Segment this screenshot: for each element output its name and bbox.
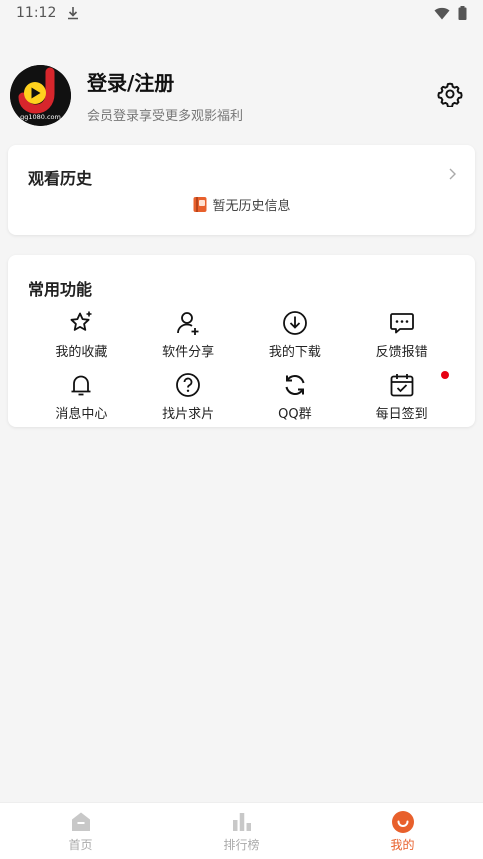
tab-ranking[interactable]: 排行榜 [182, 810, 302, 853]
bell-icon [71, 375, 91, 396]
function-label: 消息中心 [55, 407, 108, 422]
history-title: 观看历史 [28, 169, 93, 188]
login-register-link[interactable]: 登录/注册 [87, 67, 243, 96]
calendar-check-icon [390, 374, 414, 397]
smile-icon [391, 810, 414, 833]
empty-history: 暂无历史信息 [8, 195, 475, 214]
watch-history-card[interactable]: 观看历史 暂无历史信息 [8, 145, 475, 235]
tab-mine[interactable]: 我的 [343, 810, 463, 853]
functions-grid: 我的收藏 软件分享 我的下载 反馈报错 消息中心 找片求片 QQ群 每日签到 [28, 309, 455, 427]
app-logo-icon: gg1080.com [10, 64, 71, 126]
settings-gear-icon[interactable] [437, 81, 463, 107]
wifi-icon [434, 7, 450, 19]
message-icon [389, 313, 414, 334]
download-icon [282, 311, 307, 335]
battery-icon [458, 6, 467, 20]
status-bar: 11:12 [0, 0, 483, 26]
bottom-tab-bar: 首页 排行榜 我的 [0, 802, 483, 859]
avatar-caption: gg1080.com [20, 113, 61, 121]
function-label: 软件分享 [162, 345, 215, 360]
tab-label: 我的 [390, 837, 415, 852]
question-icon [176, 373, 201, 397]
function-label: 反馈报错 [375, 345, 428, 360]
refresh-icon [285, 375, 305, 395]
empty-history-text: 暂无历史信息 [212, 199, 291, 214]
chevron-right-icon[interactable] [447, 167, 457, 181]
star-icon [70, 311, 92, 331]
login-subtitle: 会员登录享受更多观影福利 [87, 108, 244, 124]
request-movie-button[interactable]: 找片求片 [135, 371, 242, 427]
qq-group-button[interactable]: QQ群 [242, 371, 349, 427]
function-label: 每日签到 [375, 407, 428, 422]
function-label: QQ群 [278, 407, 312, 422]
tab-label: 排行榜 [223, 837, 260, 852]
functions-title: 常用功能 [28, 280, 93, 299]
tab-label: 首页 [68, 837, 93, 852]
message-center-button[interactable]: 消息中心 [28, 371, 135, 427]
function-label: 我的下载 [268, 345, 321, 360]
function-label: 找片求片 [162, 407, 215, 422]
daily-checkin-button[interactable]: 每日签到 [348, 371, 455, 427]
home-icon [71, 812, 90, 831]
feedback-button[interactable]: 反馈报错 [348, 309, 455, 365]
bar-chart-icon [232, 812, 251, 831]
avatar[interactable]: gg1080.com [10, 64, 71, 126]
user-add-icon [177, 312, 199, 335]
book-icon [193, 197, 207, 212]
tab-home[interactable]: 首页 [21, 810, 141, 853]
favorites-button[interactable]: 我的收藏 [28, 309, 135, 365]
downloads-button[interactable]: 我的下载 [242, 309, 349, 365]
common-functions-card: 常用功能 我的收藏 软件分享 我的下载 反馈报错 消息中心 找片求片 QQ群 每… [8, 255, 475, 427]
notification-dot [441, 371, 449, 379]
share-app-button[interactable]: 软件分享 [135, 309, 242, 365]
function-label: 我的收藏 [55, 345, 108, 360]
profile-header: gg1080.com 登录/注册 会员登录享受更多观影福利 [10, 64, 473, 126]
status-time: 11:12 [16, 5, 57, 21]
download-status-icon [68, 7, 79, 20]
